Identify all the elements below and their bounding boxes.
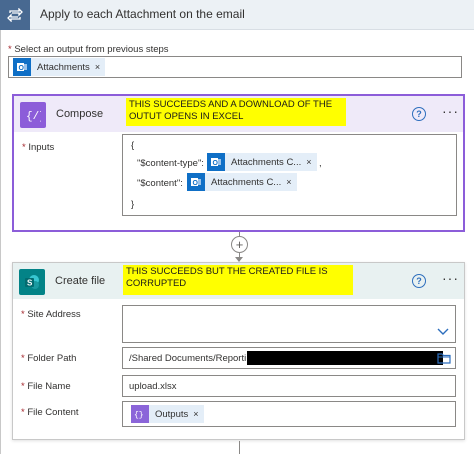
remove-token-icon[interactable]: × bbox=[95, 62, 105, 72]
file-content-label-text: File Content bbox=[27, 407, 79, 418]
add-step-button[interactable]: + bbox=[231, 236, 248, 253]
select-output-label: * Select an output from previous steps bbox=[8, 44, 169, 55]
create-file-action-card[interactable]: S Create file THIS SUCCEEDS BUT THE CREA… bbox=[12, 262, 465, 440]
redaction-block bbox=[247, 351, 443, 365]
required-marker: * bbox=[21, 309, 25, 320]
file-name-value: upload.xlsx bbox=[129, 380, 177, 392]
svg-text:O: O bbox=[193, 180, 199, 187]
compose-action-card[interactable]: {/} Compose THIS SUCCEEDS AND A DOWNLOAD… bbox=[12, 94, 465, 232]
content-type-comma: , bbox=[319, 158, 322, 169]
curly-braces-icon: {} bbox=[131, 405, 149, 423]
remove-token-icon[interactable]: × bbox=[193, 409, 203, 419]
content-type-key: "$content-type": bbox=[137, 158, 204, 169]
help-circle-icon[interactable]: ? bbox=[412, 107, 426, 121]
flow-designer-canvas: Apply to each Attachment on the email * … bbox=[0, 0, 474, 454]
svg-text:{/}: {/} bbox=[26, 111, 41, 122]
attachments-token[interactable]: O Attachments × bbox=[13, 58, 106, 76]
outputs-token-label: Outputs bbox=[155, 408, 189, 420]
file-content-input[interactable]: {} Outputs × bbox=[122, 401, 456, 427]
compose-title: Compose bbox=[56, 108, 104, 120]
svg-text:{}: {} bbox=[134, 411, 144, 420]
required-marker: * bbox=[21, 381, 25, 392]
content-key: "$content": bbox=[137, 178, 183, 189]
content-token[interactable]: O Attachments C... × bbox=[187, 173, 297, 191]
folder-icon[interactable] bbox=[437, 352, 451, 364]
remove-token-icon[interactable]: × bbox=[286, 177, 296, 187]
create-file-card-header[interactable]: S Create file THIS SUCCEEDS BUT THE CREA… bbox=[13, 263, 464, 299]
required-marker: * bbox=[8, 44, 12, 55]
curly-braces-icon: {/} bbox=[20, 102, 46, 128]
inputs-label-text: Inputs bbox=[28, 142, 55, 153]
file-content-label: * File Content bbox=[21, 407, 79, 418]
select-output-input[interactable]: O Attachments × bbox=[8, 56, 462, 78]
outlook-icon: O bbox=[13, 58, 31, 76]
close-brace: } bbox=[131, 199, 135, 210]
create-file-title: Create file bbox=[55, 275, 106, 287]
svg-text:O: O bbox=[213, 160, 219, 167]
attachments-token-label: Attachments bbox=[37, 61, 90, 73]
folder-path-value: /Shared Documents/Reporti bbox=[129, 352, 247, 364]
more-ellipsis-icon[interactable]: ··· bbox=[442, 270, 459, 286]
compose-inputs-field[interactable]: { "$content-type": O Attachments C... × … bbox=[122, 134, 457, 216]
apply-to-each-title: Apply to each Attachment on the email bbox=[40, 7, 245, 21]
folder-path-input[interactable]: /Shared Documents/Reporti bbox=[122, 347, 456, 369]
compose-annotation-note: THIS SUCCEEDS AND A DOWNLOAD OF THE OUTU… bbox=[126, 98, 346, 126]
required-marker: * bbox=[22, 142, 26, 153]
create-file-annotation-note: THIS SUCCEEDS BUT THE CREATED FILE IS CO… bbox=[123, 265, 353, 295]
file-name-label-text: File Name bbox=[27, 381, 71, 392]
content-type-token-label: Attachments C... bbox=[231, 156, 302, 168]
svg-text:S: S bbox=[27, 279, 33, 288]
outlook-icon: O bbox=[187, 173, 205, 191]
folder-path-label-text: Folder Path bbox=[27, 353, 77, 364]
content-token-label: Attachments C... bbox=[211, 176, 282, 188]
file-name-label: * File Name bbox=[21, 381, 71, 392]
content-type-token[interactable]: O Attachments C... × bbox=[207, 153, 317, 171]
required-marker: * bbox=[21, 407, 25, 418]
inputs-label: * Inputs bbox=[22, 142, 54, 153]
compose-card-header[interactable]: {/} Compose THIS SUCCEEDS AND A DOWNLOAD… bbox=[14, 96, 463, 132]
required-marker: * bbox=[21, 353, 25, 364]
folder-path-label: * Folder Path bbox=[21, 353, 76, 364]
loop-arrows-icon bbox=[0, 0, 30, 30]
more-ellipsis-icon[interactable]: ··· bbox=[442, 103, 459, 119]
site-address-dropdown[interactable] bbox=[122, 305, 456, 343]
sharepoint-icon: S bbox=[19, 269, 45, 295]
connector-line-next bbox=[239, 441, 240, 454]
site-address-label-text: Site Address bbox=[27, 309, 81, 320]
outlook-icon: O bbox=[207, 153, 225, 171]
remove-token-icon[interactable]: × bbox=[306, 157, 316, 167]
file-name-input[interactable]: upload.xlsx bbox=[122, 375, 456, 397]
site-address-label: * Site Address bbox=[21, 309, 81, 320]
select-output-label-text: Select an output from previous steps bbox=[14, 44, 169, 55]
svg-text:O: O bbox=[19, 65, 25, 72]
apply-to-each-header[interactable]: Apply to each Attachment on the email bbox=[0, 0, 474, 30]
chevron-down-icon[interactable] bbox=[437, 328, 449, 336]
open-brace: { bbox=[131, 140, 135, 151]
help-circle-icon[interactable]: ? bbox=[412, 274, 426, 288]
outputs-token[interactable]: {} Outputs × bbox=[131, 405, 204, 423]
